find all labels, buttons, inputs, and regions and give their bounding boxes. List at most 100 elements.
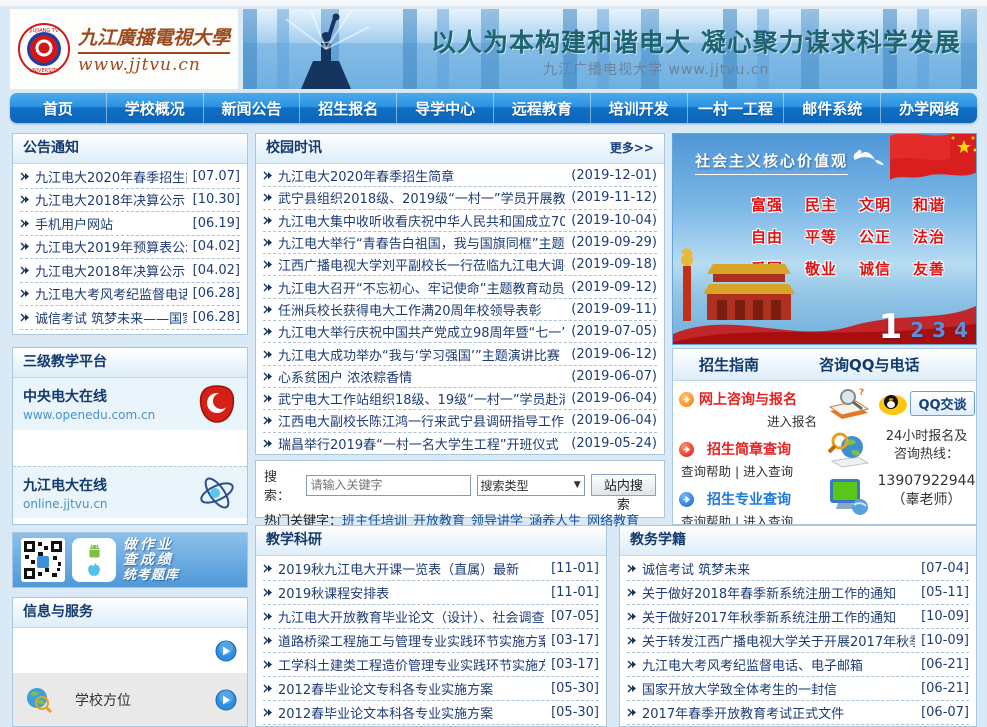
arrow-bullet-icon [263,416,274,425]
news-date: (2019-12-01) [571,168,657,183]
academic-item[interactable]: 诚信考试 筑梦未来 [07-04] [627,557,969,581]
admission-link-majors[interactable]: 招生专业查询 查询帮助 | 进入查询 [673,489,821,525]
qq-button-label[interactable]: QQ交谈 [910,391,974,416]
academic-item[interactable]: 2017年春季开放教育考试正式文件 [06-07] [627,701,969,725]
announcement-item[interactable]: 九江电大2020年春季招生简章 [07.07] [20,165,240,189]
go-arrow-icon[interactable] [215,689,237,711]
app-os-tile [72,538,116,582]
news-item[interactable]: 瑞昌举行2019春“一村一名大学生工程”开班仪式 (2019-05-24) [263,433,657,455]
nav-item[interactable]: 培训开发 [591,93,688,123]
site-logo[interactable]: JIUJIANG TV UNIVERSITY 九江廣播電視大學 www.jjtv… [10,9,238,89]
academic-date: [06-21] [921,657,969,672]
nav-item[interactable]: 办学网络 [881,93,977,123]
nav-item[interactable]: 邮件系统 [784,93,881,123]
announcement-item[interactable]: 九江电大2019年预算表公示 [04.02] [20,236,240,260]
core-value: 平等 [805,226,859,247]
academic-item[interactable]: 关于做好2018年春季新系统注册工作的通知 [05-11] [627,581,969,605]
campus-news-list: 九江电大2020年春季招生简章 (2019-12-01) 武宁县组织2018级、… [256,164,664,455]
qq-chat-button[interactable]: QQ交谈 [877,391,976,416]
consult-title: 咨询QQ与电话 [819,354,920,375]
teaching-item[interactable]: 2019秋课程安排表 [11-01] [263,581,599,605]
nav-item[interactable]: 新闻公告 [204,93,301,123]
announcement-date: [06.28] [193,310,240,325]
announcement-date: [06.28] [193,286,240,301]
news-item[interactable]: 江西广播电视大学刘平副校长一行莅临九江电大调研指导 (2019-09-18) [263,254,657,276]
admission-link-sub[interactable]: 查询帮助 | 进入查询 [681,461,821,480]
search-type-select[interactable]: 搜索类型 ▼ [477,475,585,496]
pager-2[interactable]: 2 [910,318,924,342]
teaching-item[interactable]: 2019秋九江电大开课一览表（直属）最新 [11-01] [263,557,599,581]
top-strip [0,0,987,7]
arrow-bullet-icon [263,305,274,314]
announcement-item[interactable]: 九江电大2018年决算公示 [10.30] [20,189,240,213]
nav-item[interactable]: 一村一工程 [688,93,785,123]
pager-3[interactable]: 3 [932,318,946,342]
news-item[interactable]: 九江电大举行庆祝中国共产党成立98周年暨“七一” (2019-07-05) [263,321,657,343]
admission-link-sub[interactable]: 进入报名 [701,411,817,430]
academic-item[interactable]: 国家开放大学致全体考生的一封信 [06-21] [627,677,969,701]
teaching-item[interactable]: 九江电大开放教育毕业论文（设计）、社会调查 [07-05] [263,605,599,629]
news-item[interactable]: 九江电大召开“不忘初心、牢记使命”主题教育动员部署 (2019-09-12) [263,276,657,298]
info-service-row[interactable] [13,628,247,674]
platform-row-openedu[interactable]: 中央电大在线 www.openedu.com.cn [13,378,247,430]
teaching-list: 2019秋九江电大开课一览表（直属）最新 [11-01] 2019秋课程安排表 … [256,556,606,727]
banner-slogan: 以人为本构建和谐电大 凝心聚力谋求科学发展 [431,23,971,59]
news-item[interactable]: 武宁电大工作站组织18级、19级“一村一”学员赴清江乡 (2019-06-04) [263,388,657,410]
news-item[interactable]: 武宁县组织2018级、2019级“一村一”学员开展教育教学 (2019-11-1… [263,187,657,209]
academic-item[interactable]: 关于转发江西广播电视大学关于开展2017年秋季 [10-09] [627,629,969,653]
teaching-text: 九江电大开放教育毕业论文（设计）、社会调查 [278,607,545,626]
admission-link-register[interactable]: 网上咨询与报名 进入报名 [673,389,821,430]
blue-arrow-icon [679,492,694,507]
announcement-item[interactable]: 手机用户网站 [06.19] [20,212,240,236]
mobile-app-banner[interactable]: 做作业 查成绩 统考题库 [12,532,248,588]
search-button[interactable]: 站内搜索 [591,474,656,496]
nav-item[interactable]: 学校概况 [107,93,204,123]
platform-row-jjtvu[interactable]: 九江电大在线 online.jjtvu.cn [13,466,247,518]
news-item[interactable]: 九江电大集中收听收看庆祝中华人民共和国成立70大会 (2019-10-04) [263,210,657,232]
news-item[interactable]: 九江电大举行“青春告白祖国，我与国旗同框”主题活动 (2019-09-29) [263,232,657,254]
news-item[interactable]: 心系贫困户 浓浓粽香情 (2019-06-07) [263,366,657,388]
campus-news-title: 校园时讯 [266,134,322,163]
news-item[interactable]: 九江电大2020年春季招生简章 (2019-12-01) [263,165,657,187]
announcement-item[interactable]: 九江电大考风考纪监督电话、 [06.28] [20,283,240,307]
announcement-item[interactable]: 九江电大2018年决算公示 [04.02] [20,259,240,283]
platform-name: 中央电大在线 [23,386,197,406]
campus-news-more-link[interactable]: 更多>> [610,134,654,163]
pager-4[interactable]: 4 [954,318,968,342]
nav-item[interactable]: 导学中心 [397,93,494,123]
academic-item[interactable]: 九江电大考风考纪监督电话、电子邮箱 [06-21] [627,653,969,677]
teaching-item[interactable]: 2012春毕业论文专科各专业实施方案 [05-30] [263,677,599,701]
admission-link-sub[interactable]: 查询帮助 | 进入查询 [681,511,821,525]
announcement-item[interactable]: 诚信考试 筑梦未来——国家开 [06.28] [20,306,240,330]
announcement-text: 诚信考试 筑梦未来——国家开 [35,308,187,327]
news-text: 九江电大成功举办“我与‘学习强国’”主题演讲比赛 [278,345,565,364]
arrow-bullet-icon [263,193,274,202]
svg-text:JIUJIANG TV: JIUJIANG TV [29,28,59,34]
nav-item[interactable]: 招生报名 [300,93,397,123]
news-item[interactable]: 任洲兵校长获得电大工作满20周年校领导表彰 (2019-09-11) [263,299,657,321]
admission-link-brochure[interactable]: 招生简章查询 查询帮助 | 进入查询 [673,439,821,480]
core-value: 法治 [913,226,967,247]
news-item[interactable]: 九江电大成功举办“我与‘学习强国’”主题演讲比赛 (2019-06-12) [263,343,657,365]
arrow-bullet-icon [20,289,31,298]
news-item[interactable]: 江西电大副校长陈江鸿一行来武宁县调研指导工作 (2019-06-04) [263,410,657,432]
teaching-date: [07-05] [551,609,599,624]
info-service-row-location[interactable]: 学校方位 [13,674,247,726]
academic-list: 诚信考试 筑梦未来 [07-04] 关于做好2018年春季新系统注册工作的通知 … [620,556,976,727]
news-date: (2019-09-18) [571,257,657,272]
slideshow-banner[interactable]: 社会主义核心价值观 富强民主文明和谐自由平等公正法治爱国敬业诚信友善 1 2 3… [672,133,977,345]
teaching-item[interactable]: 工学科土建类工程造价管理专业实践环节实施方 [03-17] [263,653,599,677]
nav-item[interactable]: 首页 [10,93,107,123]
announcement-text: 九江电大2018年决算公示 [35,190,187,209]
search-input[interactable] [306,475,471,496]
pager-1[interactable]: 1 [879,312,903,342]
go-arrow-icon[interactable] [215,640,237,662]
academic-item[interactable]: 关于做好2017年秋季新系统注册工作的通知 [10-09] [627,605,969,629]
teaching-date: [11-01] [551,585,599,600]
news-text: 九江电大2020年春季招生简章 [278,166,565,185]
nav-item[interactable]: 远程教育 [494,93,591,123]
arrow-bullet-icon [263,260,274,269]
teaching-item[interactable]: 2012春毕业论文本科各专业实施方案 [05-30] [263,701,599,725]
announcements-header: 公告通知 [13,134,247,164]
teaching-item[interactable]: 道路桥梁工程施工与管理专业实践环节实施方案 [03-17] [263,629,599,653]
